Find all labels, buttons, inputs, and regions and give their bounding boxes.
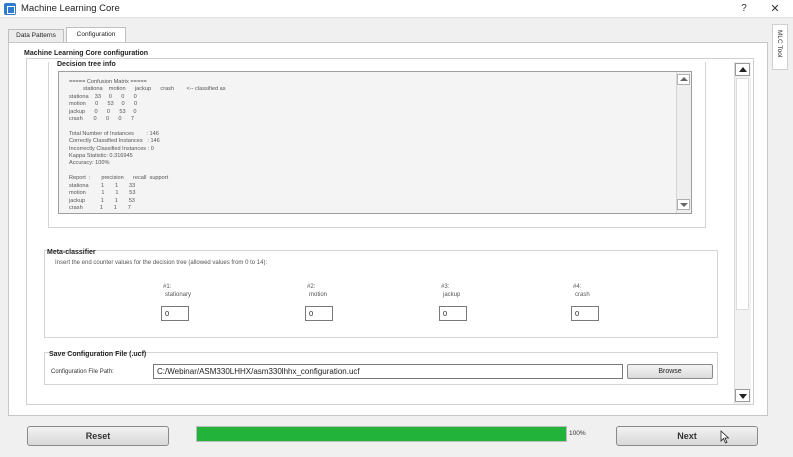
scroll-down-arrow-icon[interactable] <box>735 389 750 402</box>
class-2-name: motion <box>309 292 328 298</box>
close-icon[interactable]: ✕ <box>766 1 784 17</box>
class-3-number: #3: <box>441 284 450 290</box>
decision-tree-textbox[interactable]: ===== Confusion Matrix ===== stationa mo… <box>58 71 692 214</box>
class-1-name: stationary <box>165 292 192 298</box>
reset-button[interactable]: Reset <box>27 426 169 446</box>
mlc-tool-side-tab[interactable]: MLC Tool <box>772 24 788 70</box>
scrollbar-thumb[interactable] <box>736 78 749 310</box>
class-1-number: #1: <box>163 284 172 290</box>
help-button[interactable]: ? <box>736 1 752 17</box>
app-window: Machine Learning Core ? ✕ MLC Tool Data … <box>0 0 793 457</box>
class-1-end-counter-input[interactable]: 0 <box>161 306 189 321</box>
dt-scroll-down-arrow-icon[interactable] <box>677 199 690 210</box>
class-4-name: crash <box>575 292 590 298</box>
scroll-up-arrow-icon[interactable] <box>735 63 750 76</box>
app-logo-icon <box>4 3 16 15</box>
progress-bar-fill <box>197 427 566 441</box>
progress-label: 100% <box>569 430 586 437</box>
save-config-title: Save Configuration File (.ucf) <box>49 351 147 358</box>
class-3-name: jackup <box>443 292 461 298</box>
side-tab-label: MLC Tool <box>776 30 783 58</box>
class-2-end-counter-input[interactable]: 0 <box>305 306 333 321</box>
class-4-end-counter-input[interactable]: 0 <box>571 306 599 321</box>
mouse-cursor-icon <box>720 430 730 444</box>
dt-scroll-up-arrow-icon[interactable] <box>677 74 690 85</box>
browse-button[interactable]: Browse <box>627 364 713 379</box>
tab-configuration[interactable]: Configuration <box>66 27 126 43</box>
decision-tree-text: ===== Confusion Matrix ===== stationa mo… <box>69 79 226 211</box>
config-path-input[interactable]: C:/Webinar/ASM330LHHX/asm330lhhx_configu… <box>153 364 623 379</box>
meta-classifier-description: Insert the end counter values for the de… <box>55 260 268 266</box>
title-bar: Machine Learning Core ? ✕ <box>0 0 793 18</box>
window-title: Machine Learning Core <box>21 3 120 14</box>
next-button[interactable]: Next <box>616 426 758 446</box>
config-path-label: Configuration File Path: <box>51 369 114 375</box>
meta-classifier-title: Meta-classifier <box>47 249 96 256</box>
class-3-end-counter-input[interactable]: 0 <box>439 306 467 321</box>
decision-tree-title: Decision tree info <box>57 61 116 68</box>
class-4-number: #4: <box>573 284 582 290</box>
tab-data-patterns[interactable]: Data Patterns <box>8 29 64 43</box>
decision-tree-scrollbar[interactable] <box>676 72 691 213</box>
class-2-number: #2: <box>307 284 316 290</box>
progress-bar <box>196 426 567 442</box>
section-title: Machine Learning Core configuration <box>24 50 149 57</box>
